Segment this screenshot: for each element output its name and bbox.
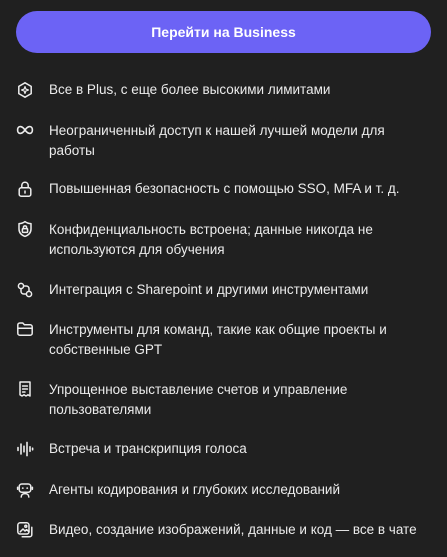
folder-icon — [16, 320, 34, 338]
media-chat-icon — [16, 521, 34, 539]
feature-text: Повышенная безопасность с помощью SSO, M… — [49, 181, 400, 196]
agent-robot-icon — [16, 481, 34, 499]
business-upgrade-panel: Перейти на Business Все в Plus, с еще бо… — [0, 0, 447, 557]
voice-waveform-icon — [16, 440, 34, 458]
invoice-icon — [16, 380, 34, 398]
integration-icon — [16, 281, 34, 299]
feature-list: Все в Plus, с еще более высокими лимитам… — [0, 0, 447, 557]
feature-text: Интеграция с Sharepoint и другими инстру… — [49, 282, 369, 297]
feature-text: Неограниченный доступ к нашей лучшей мод… — [49, 123, 385, 158]
feature-text: Упрощенное выставление счетов и управлен… — [49, 382, 348, 417]
shield-lock-icon — [16, 220, 34, 238]
feature-text: Конфиденциальность встроена; данные нико… — [49, 222, 373, 257]
feature-text: Видео, создание изображений, данные и ко… — [49, 522, 417, 537]
feature-text: Инструменты для команд, такие как общие … — [49, 322, 387, 357]
sparkle-badge-icon — [16, 81, 34, 99]
infinity-icon — [16, 121, 34, 139]
feature-text: Все в Plus, с еще более высокими лимитам… — [49, 82, 331, 97]
lock-icon — [16, 180, 34, 198]
feature-text: Встреча и транскрипция голоса — [49, 441, 247, 456]
feature-text: Агенты кодирования и глубоких исследован… — [49, 482, 340, 497]
